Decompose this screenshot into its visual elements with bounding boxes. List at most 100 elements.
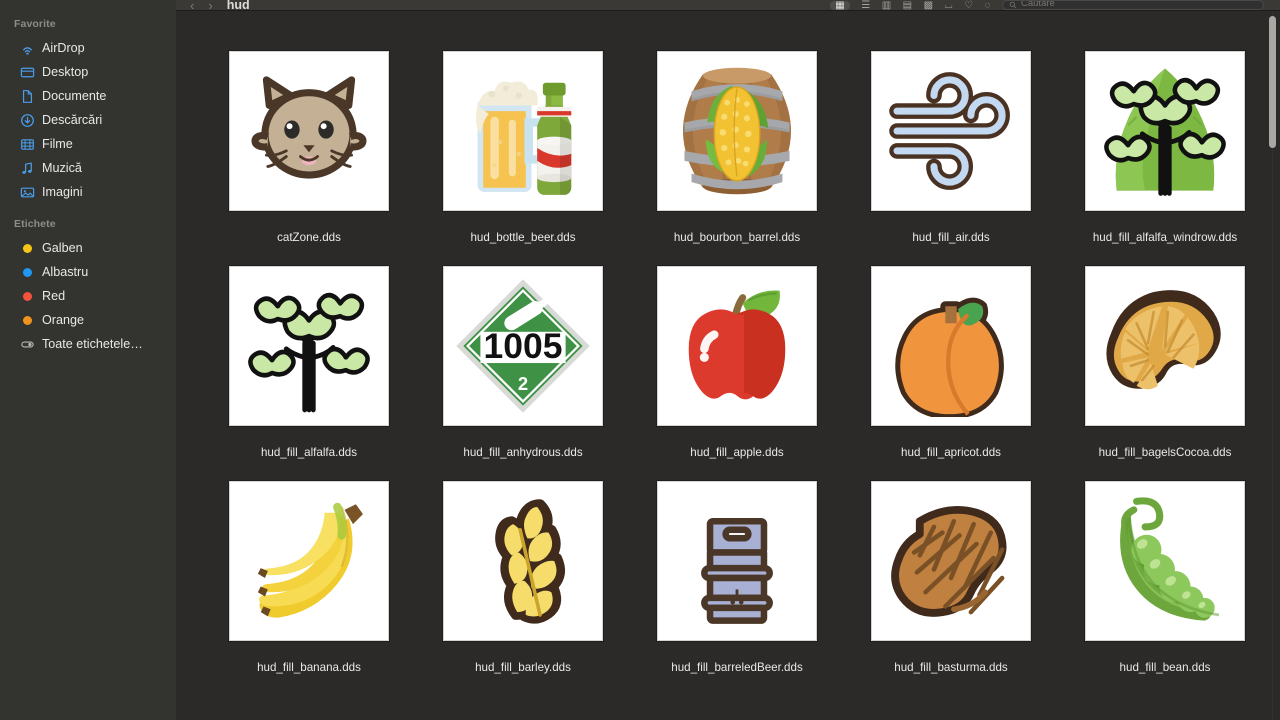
basturma-icon [891, 506, 1007, 617]
sidebar-item-label: AirDrop [42, 41, 85, 55]
sidebar-section-title-tags: Etichete [14, 218, 56, 230]
sidebar-section-title-favorites: Favorite [14, 18, 56, 30]
file-item[interactable]: hud_fill_banana.dds [202, 481, 416, 675]
tag-button[interactable]: ♡ [964, 1, 973, 11]
file-item[interactable]: hud_bottle_beer.dds [416, 51, 630, 245]
sidebar-item-all-tags[interactable]: Toate etichetele… [6, 332, 168, 356]
file-item[interactable]: hud_fill_air.dds [844, 51, 1058, 245]
file-thumbnail[interactable] [1085, 481, 1245, 641]
file-thumbnail[interactable] [1085, 266, 1245, 426]
sidebar-item-label: Documente [42, 89, 107, 103]
file-item[interactable]: hud_fill_apricot.dds [844, 266, 1058, 460]
file-label: hud_fill_basturma.dds [894, 661, 1008, 674]
content-area: ‹ › hud ▦ ☰ ▥ ▤ ▩ ⌴ ♡ ◌ Căutare catZone.… [176, 0, 1280, 720]
sidebar-item-desktop[interactable]: Desktop [6, 60, 168, 84]
file-item[interactable]: hud_fill_apple.dds [630, 266, 844, 460]
view-list-button[interactable]: ☰ [861, 1, 870, 11]
cat-face-icon [251, 76, 367, 179]
file-label: hud_fill_alfalfa_windrow.dds [1092, 231, 1238, 244]
sidebar-item-label: Orange [42, 313, 85, 327]
view-icon-grid-button[interactable]: ▦ [830, 1, 851, 10]
file-item[interactable]: hud_fill_barley.dds [416, 481, 630, 675]
share-button[interactable]: ⌴ [945, 1, 954, 11]
sidebar-item-tag-red[interactable]: Red [6, 284, 168, 308]
file-item[interactable]: catZone.dds [202, 51, 416, 245]
alfalfa-icon [248, 292, 370, 413]
toolbar-left: ‹ › hud [176, 0, 250, 11]
file-thumbnail[interactable] [657, 51, 817, 211]
sidebar-item-label: Descărcări [42, 113, 103, 127]
file-thumbnail[interactable] [657, 481, 817, 641]
scrollbar-thumb[interactable] [1269, 16, 1276, 148]
file-item[interactable]: hud_fill_bagelsCocoa.dds [1058, 266, 1272, 460]
sidebar-section-tags: Etichete Galben Albastru Red Orange Toat… [0, 218, 176, 356]
bottle-beer-icon [475, 81, 572, 195]
sidebar-item-filme[interactable]: Filme [6, 132, 168, 156]
file-item[interactable]: hud_fill_alfalfa_windrow.dds [1058, 51, 1272, 245]
apple-icon [688, 290, 786, 400]
tag-dot-icon [20, 241, 35, 256]
file-label: hud_fill_air.dds [912, 231, 990, 244]
search-icon [1009, 1, 1016, 8]
sidebar-item-muzica[interactable]: Muzică [6, 156, 168, 180]
desktop-icon [20, 65, 35, 80]
file-thumbnail[interactable] [229, 481, 389, 641]
sidebar-section-favorites: Favorite AirDrop Desktop Documente Descă… [0, 18, 176, 204]
document-icon [20, 89, 35, 104]
file-label: hud_fill_banana.dds [257, 661, 361, 674]
sidebar-item-imagini[interactable]: Imagini [6, 180, 168, 204]
file-item[interactable]: hud_fill_basturma.dds [844, 481, 1058, 675]
file-label: hud_bottle_beer.dds [470, 231, 576, 244]
file-thumbnail[interactable] [657, 266, 817, 426]
file-thumbnail[interactable] [1085, 51, 1245, 211]
apricot-icon [895, 297, 1004, 417]
search-field[interactable]: Căutare [1002, 0, 1264, 10]
downloads-icon [20, 113, 35, 128]
file-thumbnail[interactable] [443, 481, 603, 641]
file-label: hud_fill_barreledBeer.dds [671, 661, 803, 674]
view-column-button[interactable]: ▥ [882, 1, 892, 11]
file-thumbnail[interactable] [871, 266, 1031, 426]
croissant-icon [1106, 290, 1221, 390]
file-grid-scroll: catZone.dds hud_bottle_beer.dds hud_bour… [176, 11, 1280, 720]
file-thumbnail[interactable] [443, 51, 603, 211]
file-label: catZone.dds [277, 231, 341, 244]
file-label: hud_fill_bean.dds [1119, 661, 1211, 674]
file-thumbnail[interactable] [871, 51, 1031, 211]
file-thumbnail[interactable] [871, 481, 1031, 641]
view-gallery-button[interactable]: ▤ [903, 1, 913, 11]
sidebar-item-documente[interactable]: Documente [6, 84, 168, 108]
file-item[interactable]: hud_fill_alfalfa.dds [202, 266, 416, 460]
file-item[interactable]: hud_fill_barreledBeer.dds [630, 481, 844, 675]
file-item[interactable]: 1005 2 hud_fill_anhydrous.dds [416, 266, 630, 460]
forward-button[interactable]: › [208, 0, 212, 10]
tag-dot-icon [20, 313, 35, 328]
file-label: hud_fill_anhydrous.dds [463, 446, 583, 459]
sidebar: Favorite AirDrop Desktop Documente Descă… [0, 0, 176, 720]
more-button[interactable]: ◌ [985, 1, 991, 11]
wind-icon [889, 72, 1010, 190]
sidebar-item-tag-orange[interactable]: Orange [6, 308, 168, 332]
toolbar: ‹ › hud ▦ ☰ ▥ ▤ ▩ ⌴ ♡ ◌ Căutare [176, 0, 1280, 11]
file-item[interactable]: hud_fill_bean.dds [1058, 481, 1272, 675]
pictures-icon [20, 185, 35, 200]
file-thumbnail[interactable]: 1005 2 [443, 266, 603, 426]
sidebar-item-tag-galben[interactable]: Galben [6, 236, 168, 260]
back-button[interactable]: ‹ [190, 0, 194, 10]
sidebar-item-label: Muzică [42, 161, 82, 175]
sidebar-item-label: Toate etichetele… [42, 337, 143, 351]
alfalfa-windrow-icon [1104, 68, 1226, 196]
airdrop-icon [20, 41, 35, 56]
file-label: hud_fill_apricot.dds [901, 446, 1001, 459]
group-button[interactable]: ▩ [924, 1, 934, 11]
file-label: hud_fill_bagelsCocoa.dds [1098, 446, 1232, 459]
file-thumbnail[interactable] [229, 51, 389, 211]
file-label: hud_fill_alfalfa.dds [260, 446, 358, 459]
file-thumbnail[interactable] [229, 266, 389, 426]
sidebar-item-descarcari[interactable]: Descărcări [6, 108, 168, 132]
sidebar-item-tag-albastru[interactable]: Albastru [6, 260, 168, 284]
sidebar-item-airdrop[interactable]: AirDrop [6, 36, 168, 60]
file-item[interactable]: hud_bourbon_barrel.dds [630, 51, 844, 245]
sidebar-item-label: Filme [42, 137, 73, 151]
window-title: hud [226, 0, 250, 11]
